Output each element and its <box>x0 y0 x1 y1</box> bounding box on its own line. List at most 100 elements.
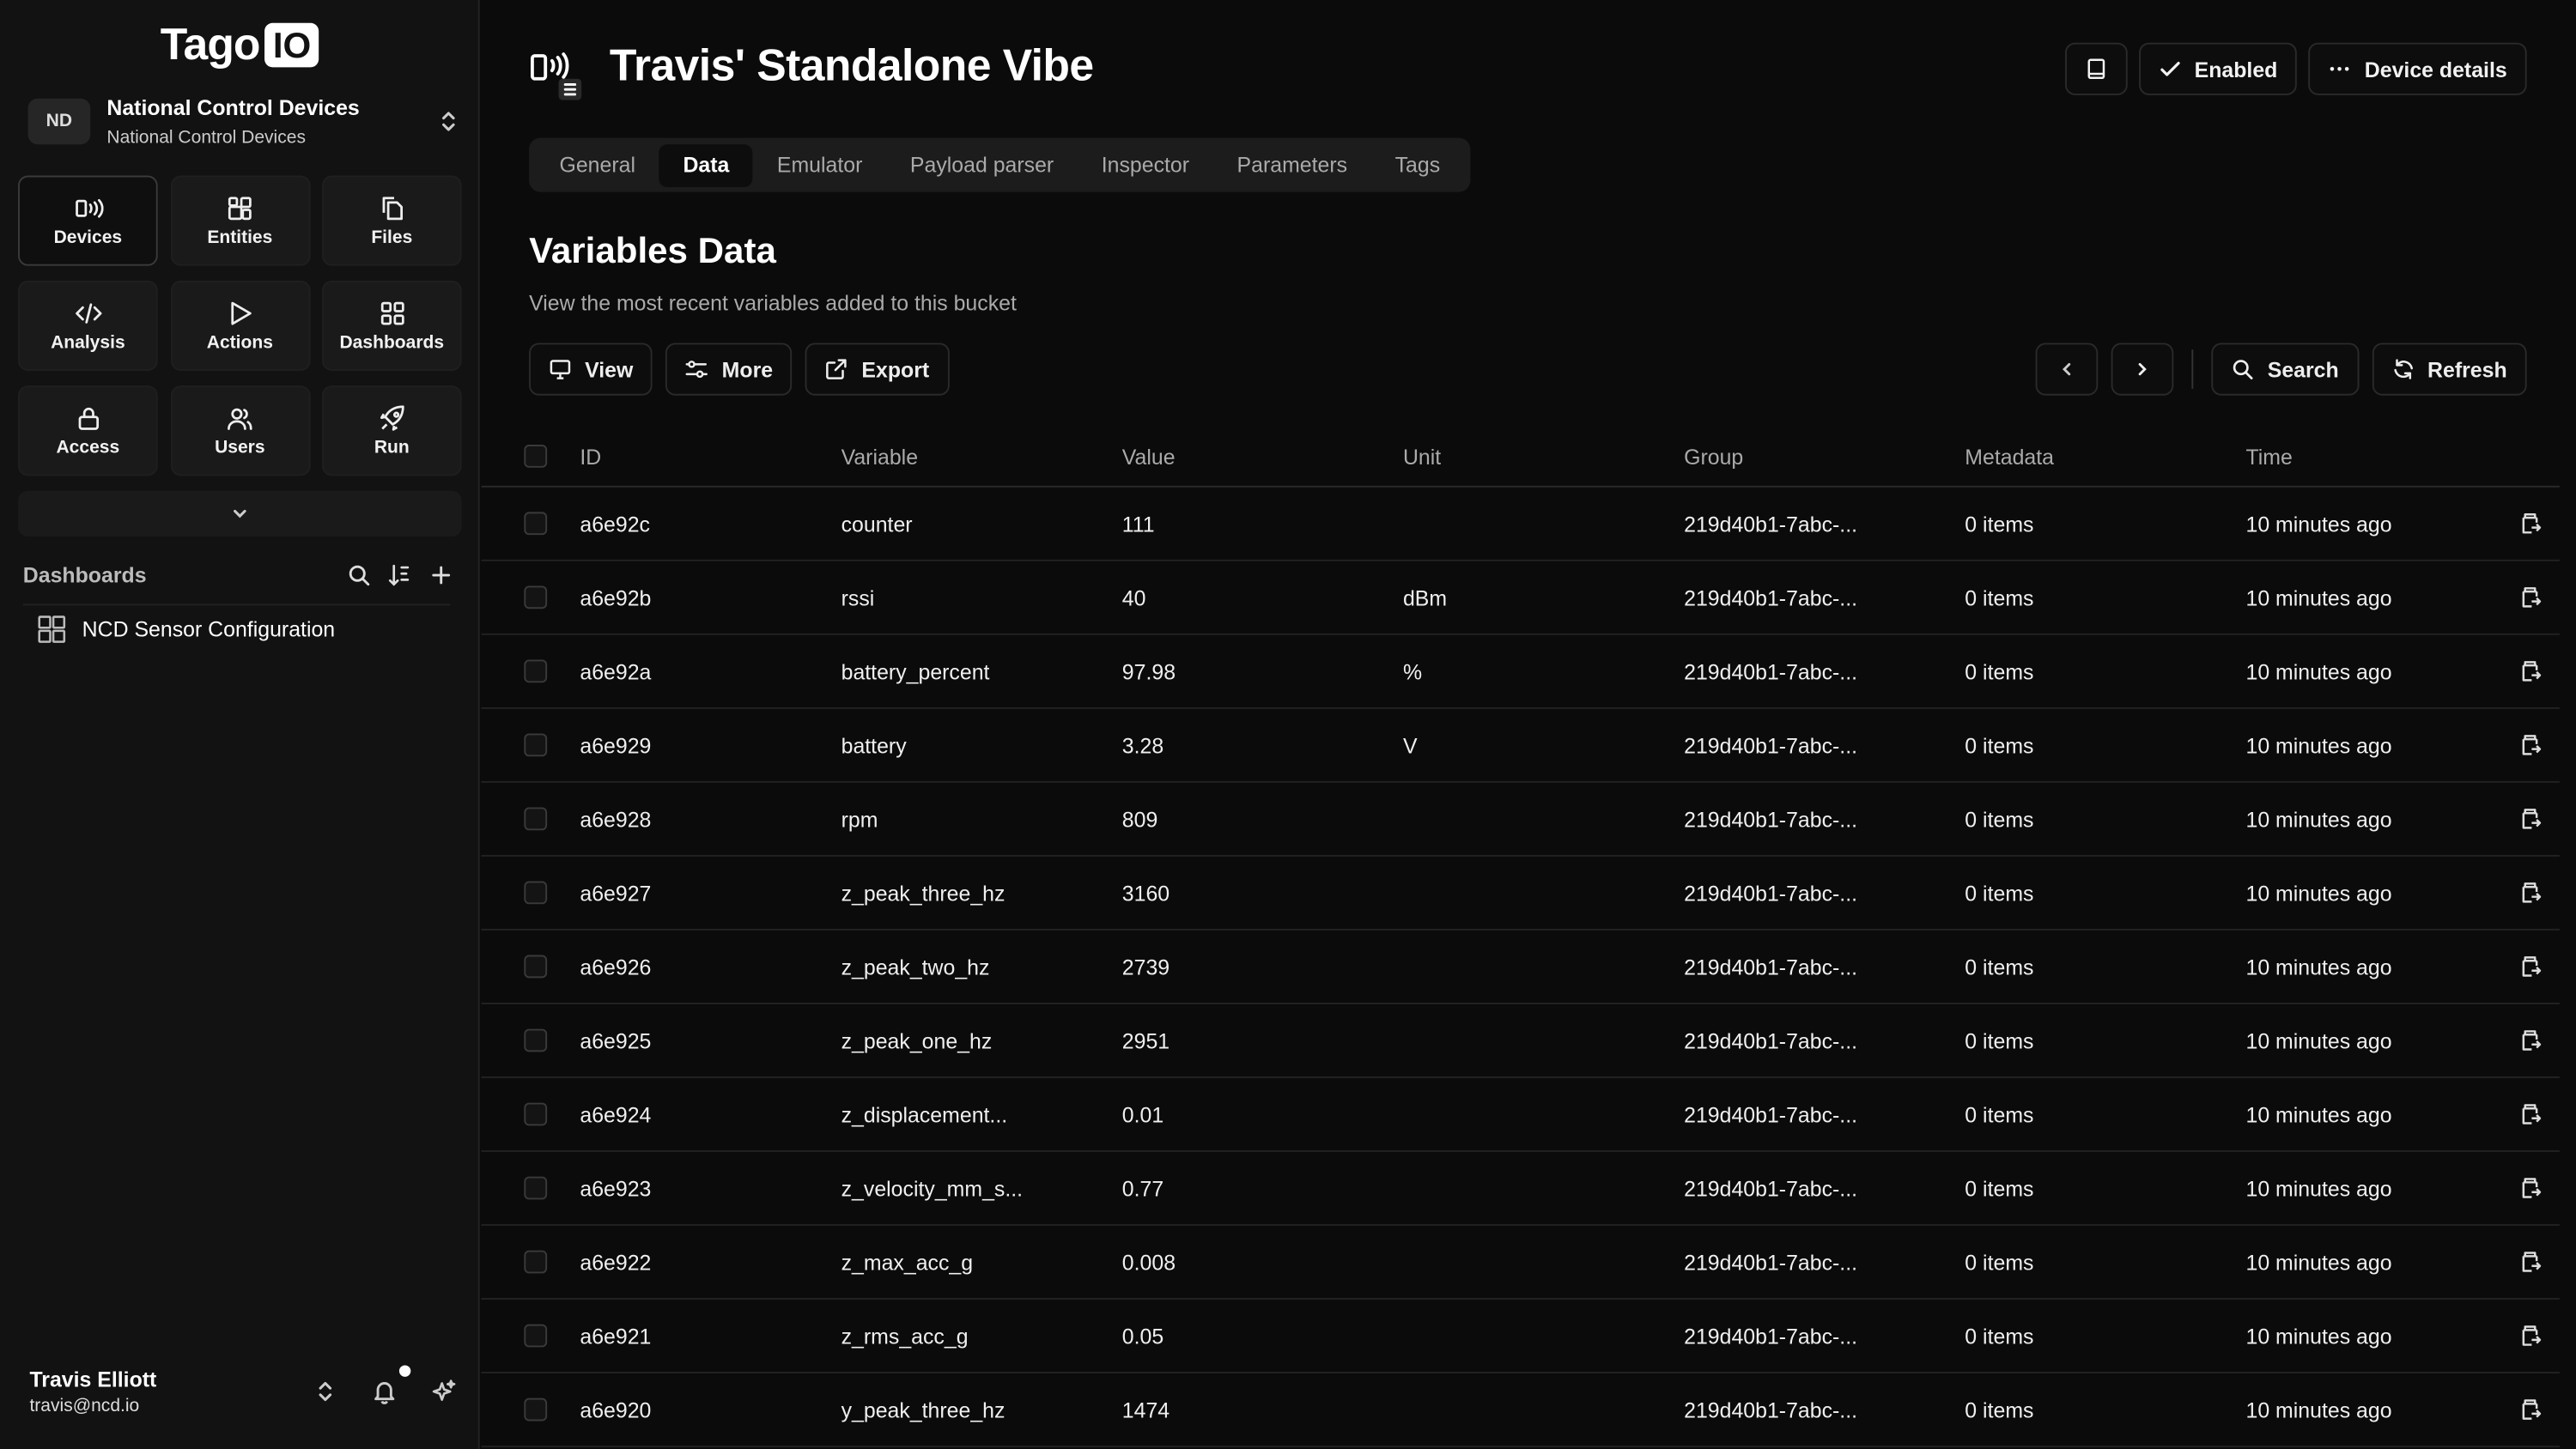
copy-icon[interactable] <box>2518 1251 2560 1274</box>
row-checkbox[interactable] <box>524 512 548 536</box>
docs-button[interactable] <box>2064 42 2128 95</box>
table-row[interactable]: a6e922 z_max_acc_g 0.008 219d40b1-7abc-... 0… <box>481 1226 2560 1300</box>
nav-run[interactable]: Run <box>322 385 462 476</box>
table-row[interactable]: a6e921 z_rms_acc_g 0.05 219d40b1-7abc-... 0 … <box>481 1300 2560 1374</box>
logo[interactable]: Tago IO <box>0 20 480 70</box>
nav-analysis[interactable]: Analysis <box>18 280 158 372</box>
tab-emulator[interactable]: Emulator <box>753 143 886 186</box>
column-header-variable[interactable]: Variable <box>841 444 1122 469</box>
tab-payload-parser[interactable]: Payload parser <box>886 143 1078 186</box>
copy-icon[interactable] <box>2518 1029 2560 1052</box>
row-id: a6e92c <box>580 511 651 537</box>
copy-icon[interactable] <box>2518 1103 2560 1126</box>
row-variable: battery_percent <box>841 658 990 684</box>
sort-icon[interactable] <box>388 562 413 587</box>
select-all-checkbox[interactable] <box>524 445 548 468</box>
expand-nav-button[interactable] <box>18 490 462 537</box>
row-checkbox[interactable] <box>524 1250 548 1274</box>
rocket-icon <box>380 405 404 431</box>
table-row[interactable]: a6e923 z_velocity_mm_s... 0.77 219d40b1-7ab… <box>481 1152 2560 1226</box>
export-button[interactable]: Export <box>805 343 950 396</box>
row-value: 2739 <box>1121 954 1170 979</box>
row-id: a6e923 <box>580 1175 652 1201</box>
refresh-button[interactable]: Refresh <box>2371 343 2527 396</box>
column-header-id[interactable]: ID <box>580 444 841 469</box>
notifications-bell-icon[interactable] <box>371 1361 415 1405</box>
row-checkbox[interactable] <box>524 1176 548 1200</box>
copy-icon[interactable] <box>2518 882 2560 905</box>
chevrons-up-down-icon[interactable] <box>313 1379 339 1405</box>
copy-icon[interactable] <box>2518 512 2560 535</box>
nav-label: Actions <box>206 333 273 353</box>
prev-page-button[interactable] <box>2035 343 2099 396</box>
row-checkbox[interactable] <box>524 1028 548 1052</box>
row-checkbox[interactable] <box>524 955 548 979</box>
copy-icon[interactable] <box>2518 1177 2560 1200</box>
tab-data[interactable]: Data <box>659 143 754 186</box>
view-button[interactable]: View <box>529 343 653 396</box>
sliders-icon <box>686 361 708 379</box>
search-button[interactable]: Search <box>2211 343 2359 396</box>
tab-tags[interactable]: Tags <box>1371 143 1464 186</box>
row-time: 10 minutes ago <box>2245 1397 2392 1422</box>
copy-icon[interactable] <box>2518 808 2560 831</box>
row-checkbox[interactable] <box>524 807 548 831</box>
nav-files[interactable]: Files <box>322 175 462 266</box>
copy-icon[interactable] <box>2518 585 2560 609</box>
row-checkbox[interactable] <box>524 1324 548 1348</box>
copy-icon[interactable] <box>2518 955 2560 979</box>
more-button[interactable]: More <box>665 343 793 396</box>
row-checkbox[interactable] <box>524 733 548 757</box>
row-checkbox[interactable] <box>524 1102 548 1126</box>
plus-icon[interactable] <box>428 562 453 587</box>
nav-users[interactable]: Users <box>170 385 310 476</box>
table-row[interactable]: a6e928 rpm 809 219d40b1-7abc-... 0 items 10 m… <box>481 783 2560 857</box>
table-row[interactable]: a6e927 z_peak_three_hz 3160 219d40b1-7abc-.… <box>481 857 2560 931</box>
nav-entities[interactable]: Entities <box>170 175 310 266</box>
row-checkbox[interactable] <box>524 881 548 905</box>
row-group: 219d40b1-7abc-... <box>1684 1249 1858 1275</box>
org-switcher[interactable]: ND National Control Devices National Con… <box>27 90 462 153</box>
search-icon[interactable] <box>347 562 372 587</box>
nav-label: Dashboards <box>339 333 445 353</box>
copy-icon[interactable] <box>2518 1325 2560 1348</box>
user-info[interactable]: Travis Elliott travis@ncd.io <box>29 1367 312 1416</box>
table-row[interactable]: a6e926 z_peak_two_hz 2739 219d40b1-7abc-...… <box>481 931 2560 1004</box>
tab-parameters[interactable]: Parameters <box>1213 143 1371 186</box>
chevrons-up-down-icon[interactable] <box>435 108 462 135</box>
table-row[interactable]: a6e924 z_displacement... 0.01 219d40b1-7abc… <box>481 1078 2560 1152</box>
nav-actions[interactable]: Actions <box>170 280 310 372</box>
row-id: a6e927 <box>580 880 652 906</box>
nav-dashboards[interactable]: Dashboards <box>322 280 462 372</box>
copy-icon[interactable] <box>2518 659 2560 682</box>
nav-access[interactable]: Access <box>18 385 158 476</box>
search-icon <box>2233 360 2253 379</box>
dashboard-item[interactable]: NCD Sensor Configuration <box>36 614 335 645</box>
row-id: a6e925 <box>580 1028 652 1053</box>
sparkles-icon[interactable] <box>430 1379 457 1405</box>
column-header-time[interactable]: Time <box>2245 444 2518 469</box>
copy-icon[interactable] <box>2518 733 2560 756</box>
table-row[interactable]: a6e92b rssi 40 dBm 219d40b1-7abc-... 0 items 1… <box>481 561 2560 635</box>
column-header-unit[interactable]: Unit <box>1403 444 1684 469</box>
next-page-button[interactable] <box>2111 343 2174 396</box>
device-details-button[interactable]: Device details <box>2308 42 2527 95</box>
table-row[interactable]: a6e92c counter 111 219d40b1-7abc-... 0 items… <box>481 488 2560 561</box>
column-header-value[interactable]: Value <box>1122 444 1403 469</box>
row-time: 10 minutes ago <box>2245 1249 2392 1275</box>
table-row[interactable]: a6e929 battery 3.28 V 219d40b1-7abc-... 0 ite… <box>481 709 2560 783</box>
row-checkbox[interactable] <box>524 585 548 609</box>
tab-general[interactable]: General <box>536 143 659 186</box>
table-row[interactable]: a6e925 z_peak_one_hz 2951 219d40b1-7abc-...… <box>481 1004 2560 1078</box>
row-checkbox[interactable] <box>524 1397 548 1422</box>
table-row[interactable]: a6e92a battery_percent 97.98% 219d40b1-7abc… <box>481 635 2560 709</box>
column-header-metadata[interactable]: Metadata <box>1965 444 2245 469</box>
row-checkbox[interactable] <box>524 659 548 683</box>
nav-devices[interactable]: Devices <box>18 175 158 266</box>
enabled-button[interactable]: Enabled <box>2138 42 2298 95</box>
tab-inspector[interactable]: Inspector <box>1078 143 1213 186</box>
column-header-group[interactable]: Group <box>1684 444 1965 469</box>
copy-icon[interactable] <box>2518 1398 2560 1422</box>
nav-label: Users <box>215 438 265 458</box>
table-row[interactable]: a6e920 y_peak_three_hz 1474 219d40b1-7abc-.… <box>481 1373 2560 1448</box>
